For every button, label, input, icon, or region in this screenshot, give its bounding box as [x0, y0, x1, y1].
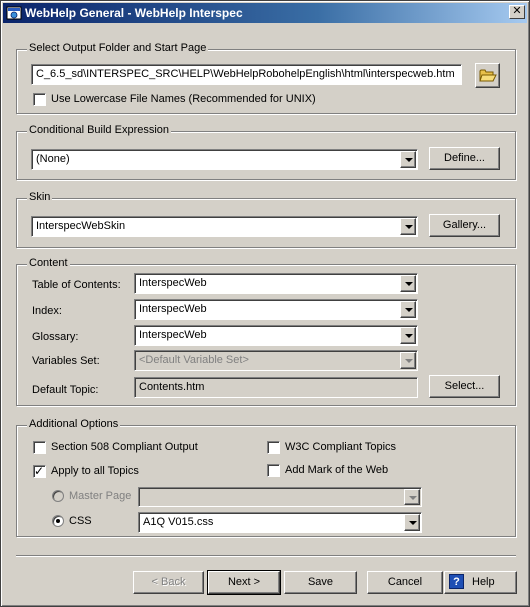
close-button[interactable]: ✕ [509, 5, 525, 19]
chevron-down-icon[interactable] [400, 275, 416, 292]
glossary-value: InterspecWeb [139, 329, 207, 341]
next-button[interactable]: Next > [207, 570, 281, 595]
default-topic-label: Default Topic: [32, 384, 99, 396]
conditional-expression-value: (None) [36, 153, 70, 165]
lowercase-label: Use Lowercase File Names (Recommended fo… [51, 93, 316, 105]
title-bar[interactable]: WebHelp General - WebHelp Interspec ✕ [3, 3, 527, 23]
glossary-label: Glossary: [32, 331, 79, 343]
skin-value: InterspecWebSkin [36, 220, 126, 232]
conditional-expression-select[interactable]: (None) [31, 149, 418, 170]
default-topic-field: Contents.htm [134, 377, 418, 398]
master-page-radio [52, 490, 64, 502]
toc-label: Table of Contents: [32, 279, 121, 291]
index-select[interactable]: InterspecWeb [134, 299, 418, 320]
conditional-build-group-label: Conditional Build Expression [27, 124, 172, 136]
conditional-build-group: Conditional Build Expression (None) Defi… [16, 124, 516, 180]
toc-select[interactable]: InterspecWeb [134, 273, 418, 294]
additional-options-group-label: Additional Options [27, 418, 121, 430]
window-title: WebHelp General - WebHelp Interspec [25, 6, 243, 20]
variables-select: <Default Variable Set> [134, 350, 418, 371]
chevron-down-icon[interactable] [400, 327, 416, 344]
apply-all-checkbox[interactable]: ✓ [33, 464, 46, 478]
content-group-label: Content [27, 257, 70, 269]
save-button[interactable]: Save [284, 571, 357, 594]
footer-separator [16, 555, 516, 557]
skin-group: Skin InterspecWebSkin Gallery... [16, 191, 516, 248]
section508-checkbox[interactable] [33, 441, 46, 454]
master-page-label: Master Page [69, 490, 132, 502]
checkmark-icon: ✓ [34, 464, 45, 478]
css-value: A1Q V015.css [143, 516, 214, 528]
chevron-down-icon [400, 352, 416, 369]
toc-value: InterspecWeb [139, 277, 207, 289]
css-select[interactable]: A1Q V015.css [138, 512, 422, 533]
glossary-select[interactable]: InterspecWeb [134, 325, 418, 346]
css-radio[interactable] [52, 515, 64, 527]
back-button: < Back [133, 571, 204, 594]
browse-folder-button[interactable] [475, 63, 500, 88]
w3c-checkbox[interactable] [267, 441, 280, 454]
lowercase-checkbox[interactable] [33, 93, 46, 106]
output-path-input[interactable]: C_6.5_sd\INTERSPEC_SRC\HELP\WebHelpRoboh… [31, 64, 462, 85]
help-label: Help [472, 576, 495, 588]
dialog-window: WebHelp General - WebHelp Interspec ✕ Se… [0, 0, 530, 607]
css-label: CSS [69, 515, 92, 527]
radio-selected-dot [56, 519, 60, 523]
define-button[interactable]: Define... [429, 147, 500, 170]
cancel-button[interactable]: Cancel [367, 571, 443, 594]
webhelp-app-icon [6, 6, 22, 20]
apply-all-label: Apply to all Topics [51, 465, 139, 477]
content-group: Content Table of Contents: InterspecWeb … [16, 257, 516, 406]
help-button[interactable]: ? Help [444, 571, 517, 594]
chevron-down-icon[interactable] [400, 301, 416, 318]
skin-select[interactable]: InterspecWebSkin [31, 216, 418, 237]
output-folder-group-label: Select Output Folder and Start Page [27, 42, 209, 54]
index-value: InterspecWeb [139, 303, 207, 315]
chevron-down-icon[interactable] [400, 218, 416, 235]
index-label: Index: [32, 305, 62, 317]
section508-label: Section 508 Compliant Output [51, 441, 198, 453]
variables-value: <Default Variable Set> [139, 354, 249, 366]
open-folder-icon [479, 69, 497, 82]
master-page-select [138, 487, 422, 507]
gallery-button[interactable]: Gallery... [429, 214, 500, 237]
chevron-down-icon [404, 489, 420, 505]
additional-options-group: Additional Options Section 508 Compliant… [16, 418, 516, 537]
variables-label: Variables Set: [32, 355, 100, 367]
w3c-label: W3C Compliant Topics [285, 441, 397, 453]
chevron-down-icon[interactable] [404, 514, 420, 531]
help-icon: ? [449, 574, 464, 589]
mark-web-checkbox[interactable] [267, 464, 280, 477]
skin-group-label: Skin [27, 191, 53, 203]
output-folder-group: Select Output Folder and Start Page C_6.… [16, 42, 516, 114]
mark-web-label: Add Mark of the Web [285, 464, 389, 476]
chevron-down-icon[interactable] [400, 151, 416, 168]
select-topic-button[interactable]: Select... [429, 375, 500, 398]
